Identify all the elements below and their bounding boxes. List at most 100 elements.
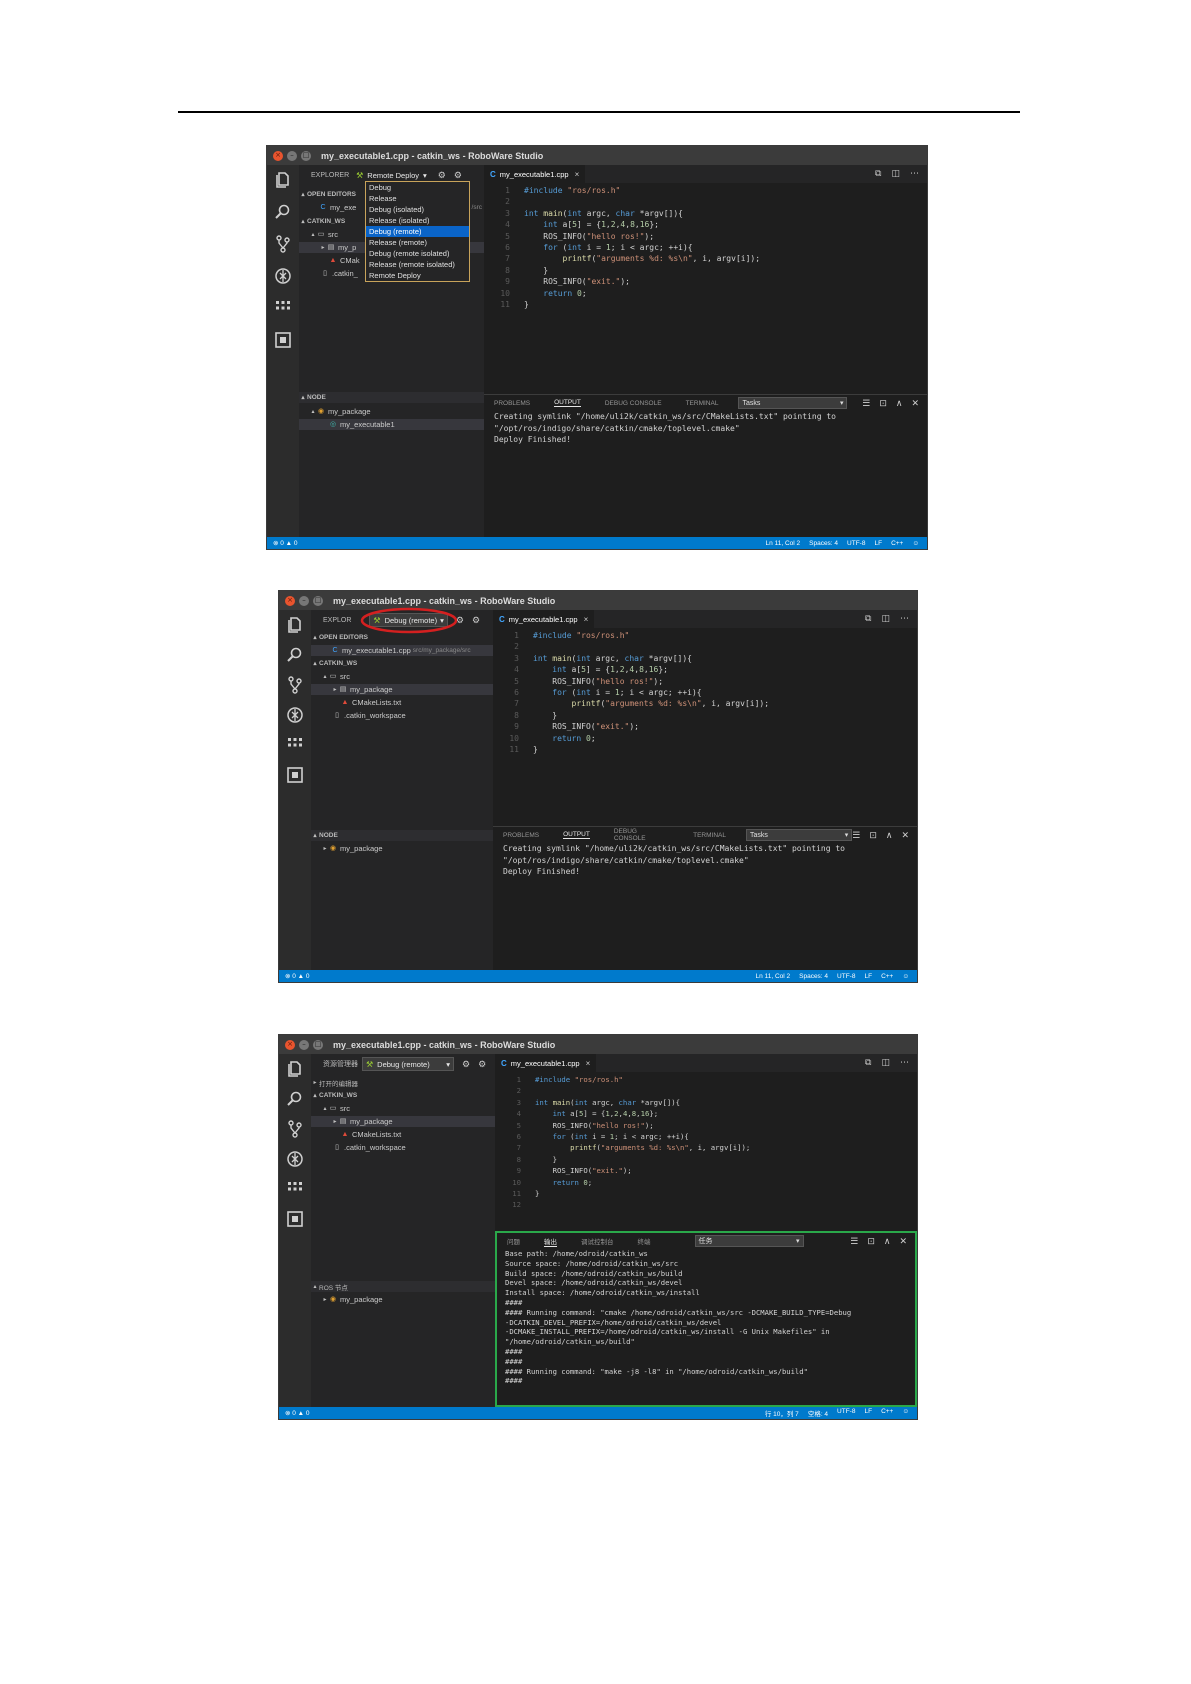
code-line[interactable]: 7 printf("arguments %d: %s\n", i, argv[i…: [493, 698, 917, 709]
minimize-window-icon[interactable]: –: [287, 150, 297, 161]
ros-node-section[interactable]: ▴ ROS 节点: [311, 1281, 495, 1292]
workspace-section[interactable]: ▴ CATKIN_WS: [311, 658, 493, 669]
code-line[interactable]: 10 return 0;: [495, 1177, 917, 1188]
open-editors-section[interactable]: ▸ 打开的编辑器: [311, 1077, 495, 1088]
tab-terminal[interactable]: 终端: [638, 1236, 651, 1246]
line-ending[interactable]: LF: [864, 973, 872, 980]
clear-output-icon[interactable]: ☰: [852, 830, 860, 841]
minimize-window-icon[interactable]: –: [299, 595, 309, 606]
code-line[interactable]: 10 return 0;: [484, 288, 927, 299]
ros-icon[interactable]: [274, 331, 292, 349]
close-window-icon[interactable]: ×: [273, 150, 283, 161]
split-editor-icon[interactable]: ◫: [881, 614, 890, 624]
more-actions-icon[interactable]: ⋯: [900, 614, 909, 624]
code-line[interactable]: 5 ROS_INFO("hello ros!");: [495, 1120, 917, 1131]
language-mode[interactable]: C++: [881, 973, 893, 980]
close-tab-icon[interactable]: ×: [586, 1059, 591, 1068]
deploy-settings-gear-icon[interactable]: ⚙: [472, 615, 480, 626]
editor-tab[interactable]: Cmy_executable1.cpp ×: [495, 1054, 597, 1072]
folder-src[interactable]: ▴ ▭ src: [311, 671, 493, 682]
cursor-position[interactable]: 行 10，列 7: [765, 1408, 799, 1418]
editor-tab[interactable]: Cmy_executable1.cpp ×: [493, 610, 595, 628]
code-line[interactable]: 10 return 0;: [493, 733, 917, 744]
build-config-option[interactable]: Remote Deploy: [366, 270, 469, 281]
node-executable[interactable]: ◎ my_executable1: [299, 419, 484, 430]
code-line[interactable]: 8 }: [484, 265, 927, 276]
minimize-window-icon[interactable]: –: [299, 1039, 309, 1050]
file-cmakelists[interactable]: ▲ CMakeLists.txt: [311, 1129, 495, 1140]
files-icon[interactable]: [286, 1060, 304, 1078]
open-editors-section[interactable]: ▴ OPEN EDITORS: [311, 632, 493, 643]
open-changes-icon[interactable]: ⧉: [865, 614, 871, 624]
code-line[interactable]: 9 ROS_INFO("exit.");: [484, 276, 927, 287]
ros-icon[interactable]: [286, 1210, 304, 1228]
language-mode[interactable]: C++: [881, 1408, 893, 1418]
node-package[interactable]: ▴ ◉ my_package: [299, 406, 484, 417]
maximize-panel-icon[interactable]: ∧: [884, 1236, 891, 1247]
indentation[interactable]: Spaces: 4: [799, 973, 828, 980]
close-tab-icon[interactable]: ×: [584, 615, 589, 624]
source-code[interactable]: 1 #include "ros/ros.h" 2 3 int main(int argc…: [493, 630, 917, 755]
lock-scroll-icon[interactable]: ⊡: [879, 398, 887, 409]
debug-icon[interactable]: [286, 1150, 304, 1168]
tab-output[interactable]: 输出: [544, 1236, 557, 1247]
tab-terminal[interactable]: TERMINAL: [693, 832, 726, 839]
tab-problems[interactable]: PROBLEMS: [503, 832, 539, 839]
close-window-icon[interactable]: ×: [285, 1039, 295, 1050]
node-section[interactable]: ▴ NODE: [299, 392, 484, 403]
file-catkin-workspace[interactable]: ▯ .catkin_workspace: [311, 1142, 495, 1153]
output-channel-select[interactable]: Tasks: [738, 397, 848, 409]
code-line[interactable]: 11}: [484, 299, 927, 310]
file-catkin-workspace[interactable]: ▯ .catkin_workspace: [311, 710, 493, 721]
search-icon[interactable]: [286, 646, 304, 664]
code-line[interactable]: 4 int a[5] = {1,2,4,8,16};: [484, 219, 927, 230]
tab-debug-console[interactable]: DEBUG CONSOLE: [614, 828, 669, 842]
close-panel-icon[interactable]: ✕: [901, 830, 909, 841]
indentation[interactable]: 空格: 4: [808, 1408, 828, 1418]
tab-debug-console[interactable]: DEBUG CONSOLE: [605, 400, 662, 407]
build-config-option[interactable]: Debug: [366, 182, 469, 193]
encoding[interactable]: UTF-8: [847, 540, 865, 547]
open-changes-icon[interactable]: ⧉: [875, 169, 881, 179]
folder-my-package[interactable]: ▸ ▤ my_package: [311, 1116, 495, 1127]
debug-icon[interactable]: [286, 706, 304, 724]
build-config-option[interactable]: Release: [366, 193, 469, 204]
build-config-option[interactable]: Release (remote isolated): [366, 259, 469, 270]
language-mode[interactable]: C++: [891, 540, 903, 547]
search-icon[interactable]: [286, 1090, 304, 1108]
feedback-icon[interactable]: ☺: [902, 973, 909, 980]
cursor-position[interactable]: Ln 11, Col 2: [766, 540, 801, 547]
build-config-select[interactable]: ⚒ Remote Deploy ▾: [353, 169, 430, 181]
more-actions-icon[interactable]: ⋯: [900, 1058, 909, 1068]
close-panel-icon[interactable]: ✕: [899, 1236, 907, 1247]
code-line[interactable]: 5 ROS_INFO("hello ros!");: [493, 676, 917, 687]
code-line[interactable]: 9 ROS_INFO("exit.");: [495, 1165, 917, 1176]
problems-count[interactable]: ⊗ 0 ▲ 0: [285, 1409, 310, 1417]
code-line[interactable]: 6 for (int i = 1; i < argc; ++i){: [493, 687, 917, 698]
close-tab-icon[interactable]: ×: [575, 170, 580, 179]
code-line[interactable]: 7 printf("arguments %d: %s\n", i, argv[i…: [484, 253, 927, 264]
code-line[interactable]: 2: [493, 641, 917, 652]
tab-problems[interactable]: PROBLEMS: [494, 400, 530, 407]
build-config-option[interactable]: Release (remote): [366, 237, 469, 248]
source-control-icon[interactable]: [286, 676, 304, 694]
build-config-select[interactable]: ⚒ Debug (remote) ▾: [362, 1057, 454, 1071]
deploy-settings-gear-icon[interactable]: ⚙: [454, 170, 462, 181]
clear-output-icon[interactable]: ☰: [850, 1236, 858, 1247]
code-line[interactable]: 4 int a[5] = {1,2,4,8,16};: [495, 1108, 917, 1119]
maximize-window-icon[interactable]: □: [313, 595, 323, 606]
editor-tab[interactable]: Cmy_executable1.cpp ×: [484, 165, 586, 183]
tab-output[interactable]: OUTPUT: [554, 399, 581, 407]
code-line[interactable]: 2: [484, 196, 927, 207]
line-ending[interactable]: LF: [874, 540, 882, 547]
node-package[interactable]: ▸ ◉ my_package: [311, 843, 493, 854]
debug-icon[interactable]: [274, 267, 292, 285]
split-editor-icon[interactable]: ◫: [881, 1058, 890, 1068]
problems-count[interactable]: ⊗ 0 ▲ 0: [273, 539, 298, 547]
code-line[interactable]: 6 for (int i = 1; i < argc; ++i){: [484, 242, 927, 253]
line-ending[interactable]: LF: [864, 1408, 872, 1418]
build-settings-gear-icon[interactable]: ⚙: [438, 170, 446, 181]
code-line[interactable]: 11}: [495, 1188, 917, 1199]
code-line[interactable]: 1 #include "ros/ros.h": [493, 630, 917, 641]
code-line[interactable]: 9 ROS_INFO("exit.");: [493, 721, 917, 732]
